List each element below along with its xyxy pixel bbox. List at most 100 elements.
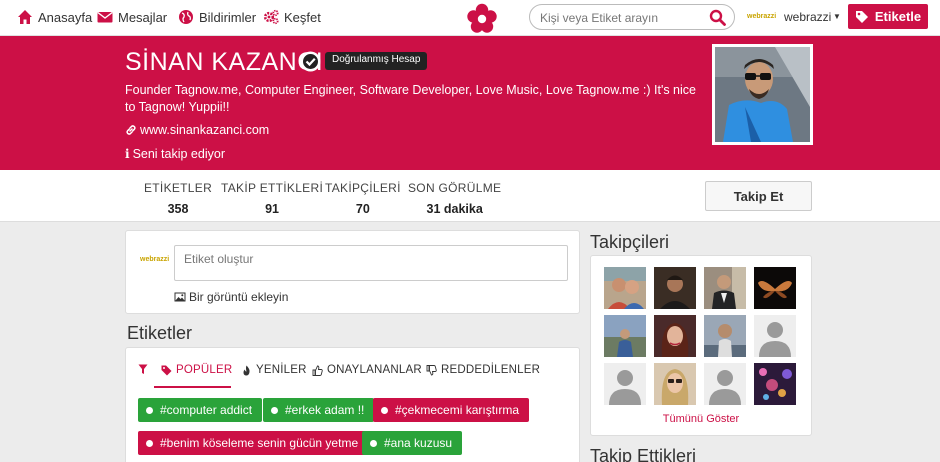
tab-popular[interactable]: POPÜLER [161, 364, 232, 376]
tag-pill-label: #erkek adam !! [285, 403, 365, 417]
tagnow-logo-icon[interactable] [466, 2, 498, 34]
tags-tabs: POPÜLER YENİLER ONAYLANANLAR REDDEDİLENL… [126, 348, 579, 388]
follower-photo [754, 267, 796, 309]
nav-explore-link[interactable]: Keşfet [263, 9, 321, 25]
stat-following[interactable]: TAKİP ETTİKLERİ 91 [221, 181, 323, 216]
follower-avatar[interactable] [654, 315, 696, 357]
stat-value: 91 [265, 202, 279, 216]
profile-banner: SİNAN KAZANCI Doğrulanmış Hesap Founder … [0, 36, 940, 170]
follows-you-text: Seni takip ediyor [132, 147, 225, 161]
profile-avatar-image [715, 47, 810, 142]
follower-avatar[interactable] [604, 267, 646, 309]
nav-explore-label: Keşfet [284, 9, 321, 25]
tag-status-dot [271, 406, 278, 414]
search-icon[interactable] [709, 9, 726, 26]
followers-panel: Tümünü Göster [590, 255, 812, 436]
stat-label: ETİKETLER [144, 181, 213, 195]
follow-button[interactable]: Takip Et [705, 181, 812, 211]
tag-pill-label: #computer addict [160, 403, 253, 417]
website-link-text: www.sinankazanci.com [140, 123, 270, 137]
stat-label: TAKİPÇİLERİ [325, 181, 401, 195]
create-tag-input[interactable] [174, 245, 568, 281]
user-menu-name[interactable]: webrazzi [784, 10, 831, 24]
tab-rejected[interactable]: REDDEDİLENLER [426, 364, 540, 376]
follower-photo [654, 267, 696, 309]
tab-approved-label: ONAYLANANLAR [327, 364, 422, 376]
tag-icon [161, 365, 172, 375]
tag-pill[interactable]: #computer addict [138, 398, 263, 422]
nav-notifications-label: Bildirimler [199, 9, 257, 25]
tag-pill[interactable]: #benim köseleme senin gücün yetme [138, 431, 369, 455]
tag-status-dot [370, 439, 377, 447]
profile-name: SİNAN KAZANCI [125, 48, 324, 76]
info-icon: i [125, 147, 130, 161]
nav-home-label: Anasayfa [38, 9, 93, 25]
stat-value: 358 [167, 202, 189, 216]
envelope-icon [97, 11, 113, 23]
website-link[interactable]: www.sinankazanci.com [125, 123, 269, 137]
profile-avatar[interactable] [712, 44, 813, 145]
follower-avatar[interactable] [654, 363, 696, 405]
tag-pill[interactable]: #çekmecemi karıştırma [373, 398, 530, 422]
image-icon [174, 292, 186, 302]
stat-followers[interactable]: TAKİPÇİLERİ 70 [325, 181, 401, 216]
nav-home-link[interactable]: Anasayfa [17, 9, 92, 25]
stat-label: TAKİP ETTİKLERİ [221, 181, 324, 195]
verified-check-icon [300, 51, 321, 72]
stat-value: 70 [355, 202, 370, 216]
tab-new-label: YENİLER [256, 364, 307, 376]
tab-popular-label: POPÜLER [176, 364, 233, 376]
follower-avatar[interactable] [654, 267, 696, 309]
profile-bio: Founder Tagnow.me, Computer Engineer, So… [125, 83, 696, 114]
follower-avatar[interactable] [704, 315, 746, 357]
follower-photo [604, 267, 646, 309]
tag-pill[interactable]: #erkek adam !! [263, 398, 375, 422]
tag-button-label: Etiketle [874, 9, 922, 24]
follower-avatar[interactable] [704, 267, 746, 309]
follower-photo [754, 363, 796, 405]
default-avatar[interactable] [754, 315, 796, 357]
tags-section-title: Etiketler [127, 323, 193, 343]
stat-last-seen: SON GÖRÜLME 31 dakika [408, 181, 501, 216]
follower-avatar[interactable] [604, 315, 646, 357]
filter-icon[interactable] [138, 364, 148, 375]
follower-photo [654, 315, 696, 357]
profile-stats-bar: ETİKETLER 358 TAKİP ETTİKLERİ 91 TAKİPÇİ… [0, 170, 940, 222]
tab-new[interactable]: YENİLER [241, 364, 307, 376]
tag-pill-label: #ana kuzusu [384, 436, 453, 450]
user-silhouette-icon [604, 363, 646, 405]
link-icon [126, 125, 136, 135]
tag-button[interactable]: Etiketle [848, 4, 928, 29]
nav-messages-label: Mesajlar [118, 9, 168, 25]
tag-pill[interactable]: #ana kuzusu [362, 431, 463, 455]
default-avatar[interactable] [704, 363, 746, 405]
tab-approved[interactable]: ONAYLANANLAR [312, 364, 422, 376]
globe-icon [179, 10, 193, 24]
tags-panel: POPÜLER YENİLER ONAYLANANLAR REDDEDİLENL… [125, 347, 580, 462]
search-input[interactable] [540, 9, 705, 26]
follows-you-indicator: i Seni takip ediyor [125, 147, 225, 161]
tag-status-dot [146, 439, 153, 447]
tag-status-dot [381, 406, 388, 414]
tag-icon [855, 10, 868, 23]
tab-rejected-label: REDDEDİLENLER [441, 364, 541, 376]
thumbs-down-icon [426, 364, 437, 375]
follower-photo [704, 315, 746, 357]
stat-label: SON GÖRÜLME [408, 181, 502, 195]
fire-icon [243, 365, 250, 375]
follower-avatar[interactable] [754, 267, 796, 309]
show-all-followers-link[interactable]: Tümünü Göster [591, 413, 811, 425]
tag-pill-label: #çekmecemi karıştırma [395, 403, 520, 417]
default-avatar[interactable] [604, 363, 646, 405]
nav-notifications-link[interactable]: Bildirimler [178, 9, 256, 25]
follower-photo [704, 267, 746, 309]
chevron-down-icon[interactable]: ▼ [833, 12, 841, 21]
stat-tags[interactable]: ETİKETLER 358 [144, 181, 212, 216]
add-image-label: Bir görüntü ekleyin [189, 290, 289, 304]
follower-avatar[interactable] [754, 363, 796, 405]
nav-messages-link[interactable]: Mesajlar [97, 9, 167, 25]
tag-status-dot [146, 406, 153, 414]
add-image-button[interactable]: Bir görüntü ekleyin [174, 290, 288, 304]
gears-icon [263, 9, 279, 25]
follower-photo [604, 315, 646, 357]
